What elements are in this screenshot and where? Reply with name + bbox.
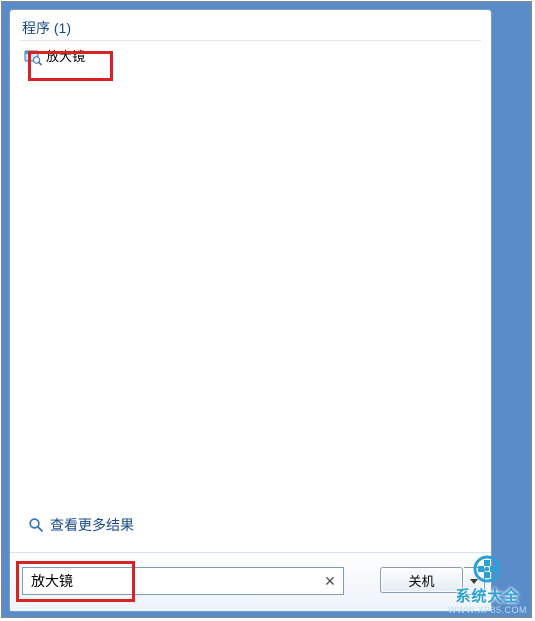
start-menu-frame: 程序 (1) 放大镜	[1, 1, 532, 618]
see-more-results[interactable]: 查看更多结果	[24, 512, 138, 538]
magnifier-icon	[24, 48, 42, 66]
start-menu-panel: 程序 (1) 放大镜	[9, 9, 492, 612]
see-more-label: 查看更多结果	[50, 515, 134, 535]
search-results-area: 程序 (1) 放大镜	[20, 18, 481, 546]
search-box-wrap: ✕	[22, 567, 344, 595]
result-item-magnifier[interactable]: 放大镜	[20, 46, 89, 68]
group-header-programs: 程序 (1)	[20, 18, 481, 38]
bottom-bar: ✕ 关机	[10, 552, 491, 611]
separator	[20, 40, 481, 41]
search-icon	[28, 517, 44, 533]
shutdown-menu-button[interactable]	[464, 567, 485, 595]
search-input[interactable]	[22, 567, 344, 595]
shutdown-button[interactable]: 关机	[380, 567, 463, 593]
chevron-down-icon	[470, 579, 478, 584]
result-item-label: 放大镜	[46, 48, 85, 66]
clear-search-icon[interactable]: ✕	[322, 573, 338, 589]
